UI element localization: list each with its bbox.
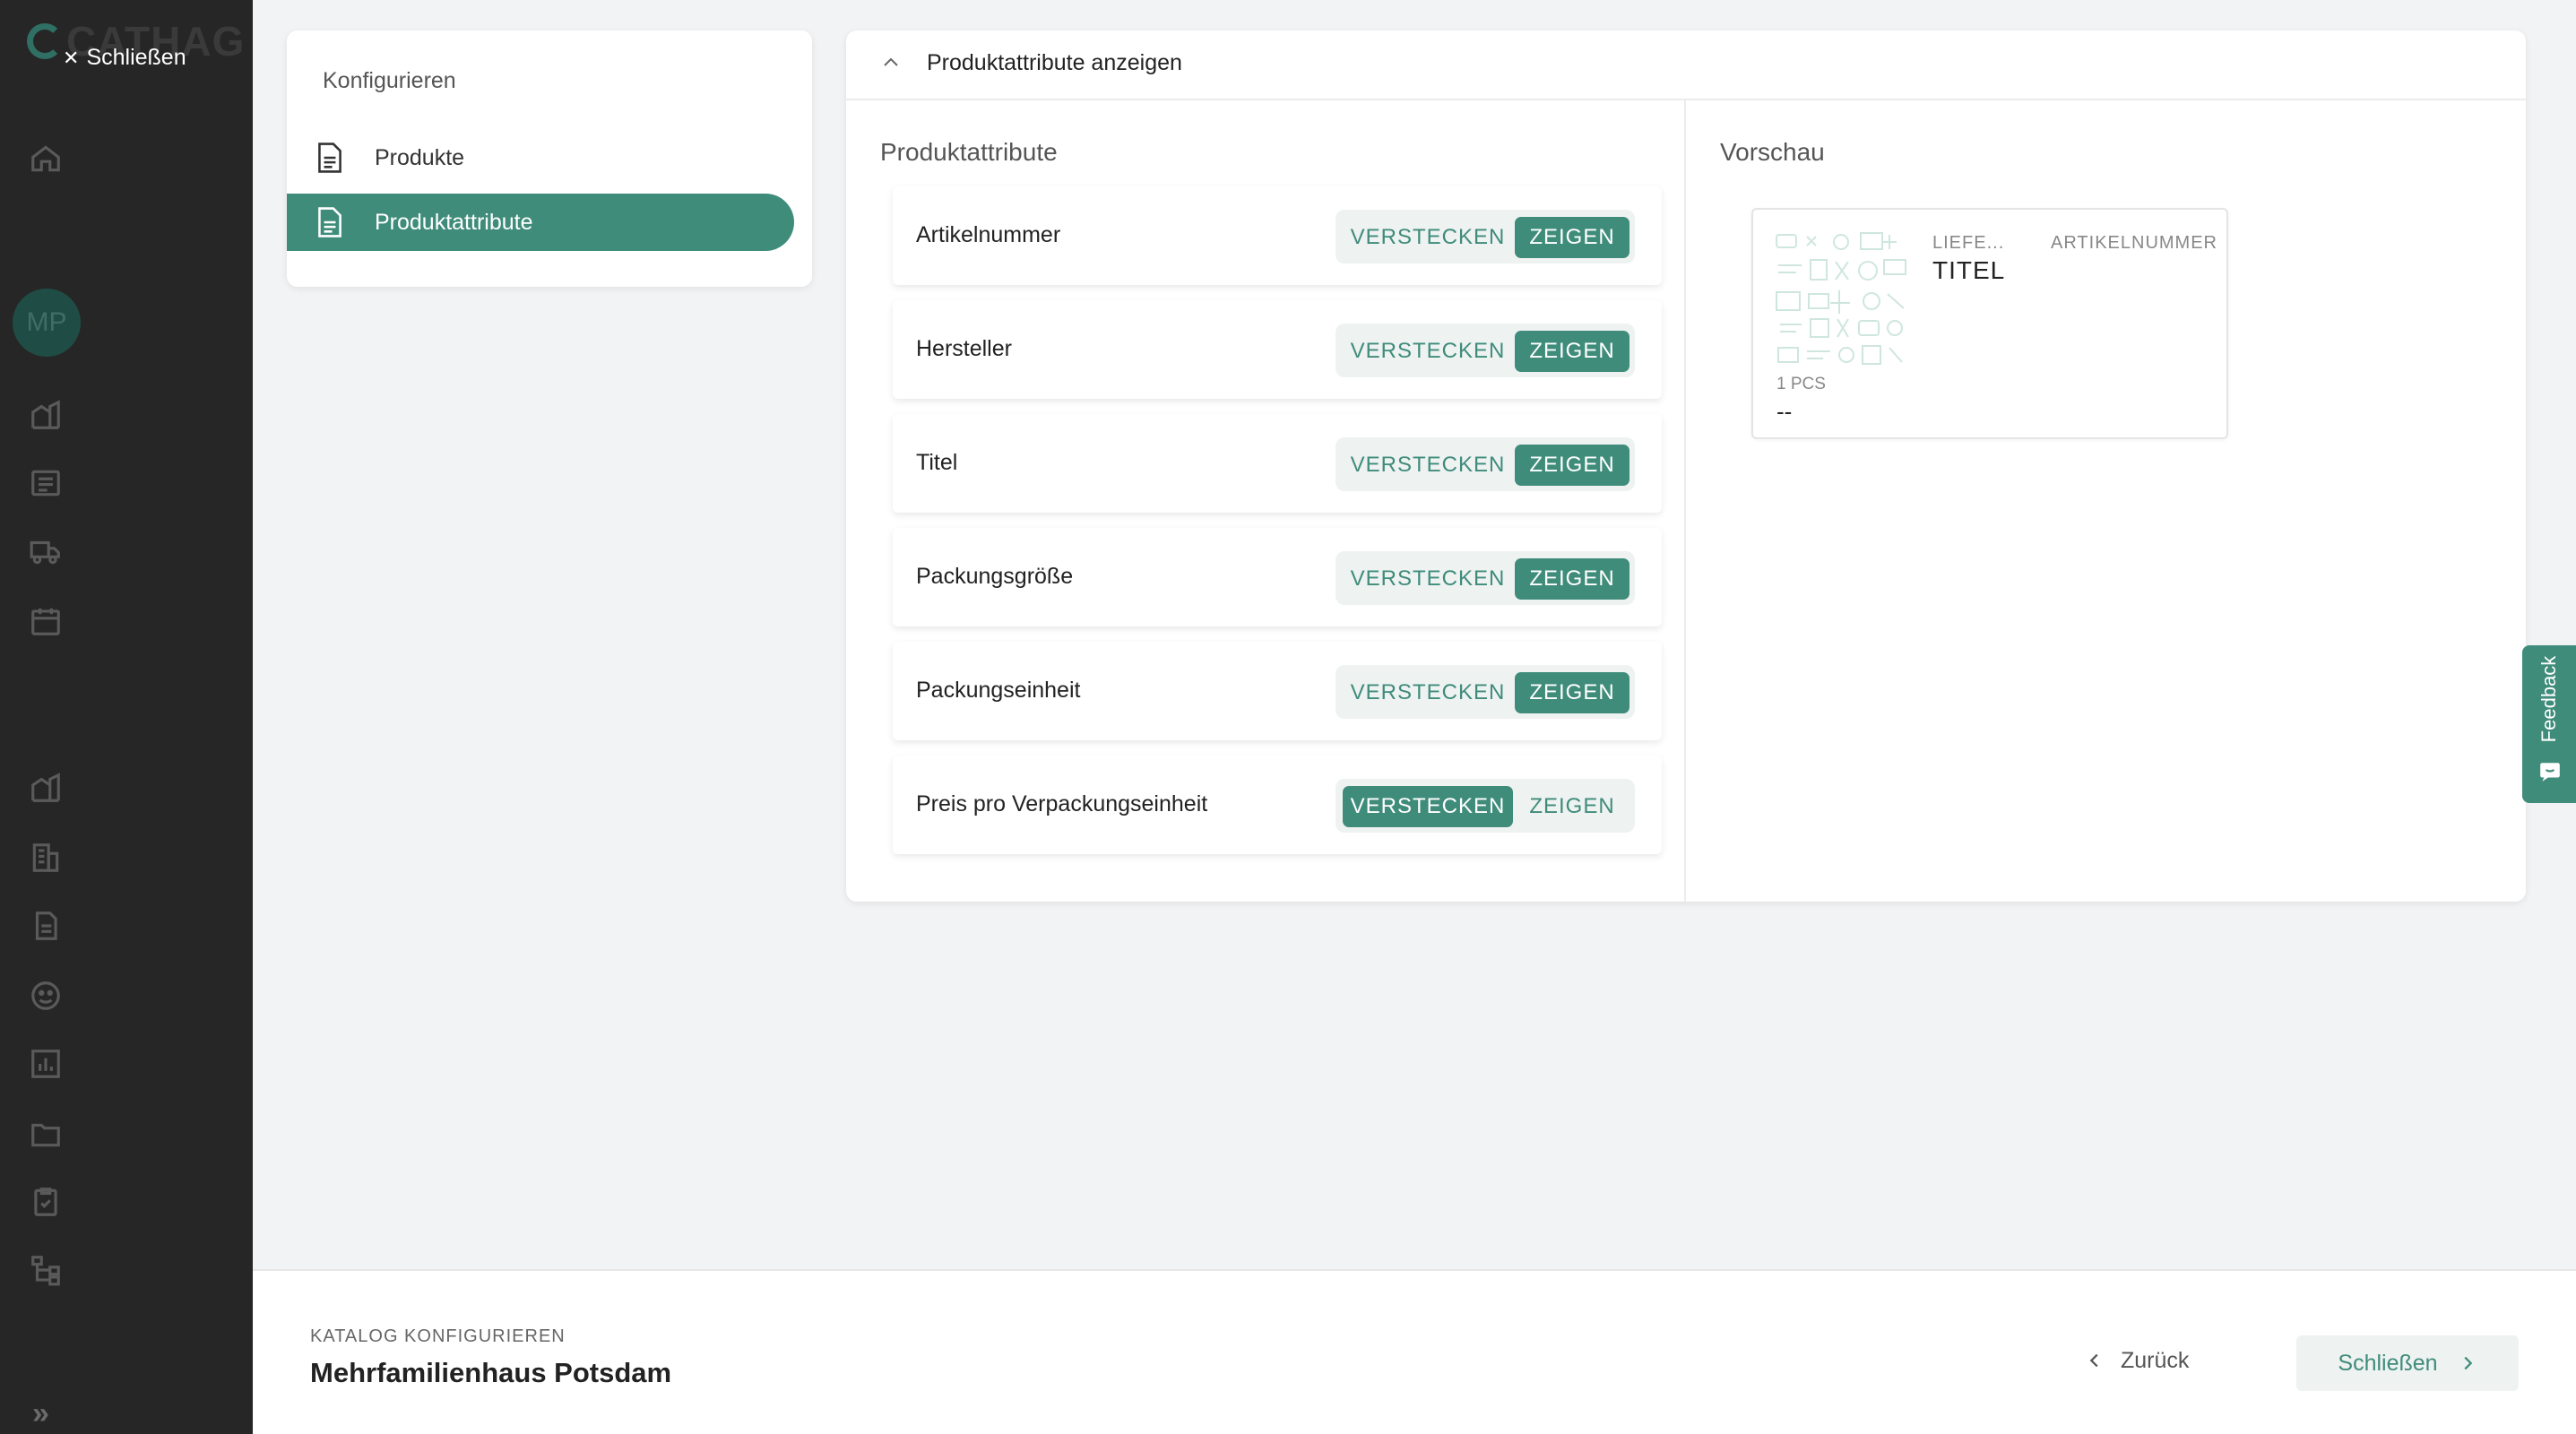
feedback-tab[interactable]: Feedback (2522, 645, 2576, 803)
preview-title: TITEL (1932, 256, 2006, 284)
show-option[interactable]: ZEIGEN (1515, 331, 1629, 372)
nav-item-label: Produktattribute (375, 209, 533, 235)
hide-option[interactable]: VERSTECKEN (1343, 672, 1513, 713)
bottom-subtitle: KATALOG KONFIGURIEREN (310, 1326, 566, 1346)
preview-supplier: LIEFE... (1932, 233, 2005, 253)
calendar-icon[interactable] (29, 604, 63, 638)
nav-item-label: Produkte (375, 144, 465, 170)
product-preview-card: LIEFE... ARTIKELNUMMER TITEL 1 PCS -- (1751, 208, 2228, 439)
hide-option[interactable]: VERSTECKEN (1343, 217, 1513, 258)
attributes-title: Produktattribute (880, 138, 1058, 166)
chat-icon (2540, 763, 2560, 782)
chevron-up-icon[interactable] (880, 52, 902, 73)
hide-option[interactable]: VERSTECKEN (1343, 331, 1513, 372)
config-card: Konfigurieren Produkte Produktattribute (287, 30, 812, 287)
attribute-row-hersteller: Hersteller VERSTECKEN ZEIGEN (893, 300, 1662, 399)
close-link[interactable]: ✕ Schließen (63, 45, 186, 71)
face-icon[interactable] (29, 979, 63, 1013)
visibility-toggle: VERSTECKEN ZEIGEN (1336, 551, 1635, 605)
building-2-icon[interactable] (29, 771, 63, 805)
chevron-right-icon (2464, 1356, 2472, 1370)
hide-option[interactable]: VERSTECKEN (1343, 558, 1513, 600)
attributes-panel: Produktattribute anzeigen Produktattribu… (846, 30, 2526, 902)
bottom-title: Mehrfamilienhaus Potsdam (310, 1357, 672, 1388)
home-icon[interactable] (29, 142, 63, 176)
attribute-label: Artikelnummer (916, 222, 1061, 247)
show-option[interactable]: ZEIGEN (1515, 217, 1629, 258)
office-icon[interactable] (29, 841, 63, 875)
config-title: Konfigurieren (323, 68, 456, 93)
preview-price: -- (1776, 398, 1793, 425)
chart-icon[interactable] (29, 1047, 63, 1081)
attribute-row-packungseinheit: Packungseinheit VERSTECKEN ZEIGEN (893, 642, 1662, 740)
close-button-label: Schließen (2338, 1350, 2438, 1376)
visibility-toggle: VERSTECKEN ZEIGEN (1336, 665, 1635, 719)
feedback-label: Feedback (2537, 655, 2560, 743)
building-icon[interactable] (29, 398, 63, 432)
back-button[interactable]: Zurück (2085, 1335, 2189, 1386)
nav-item-produkte[interactable]: Produkte (287, 129, 794, 186)
close-icon: ✕ (63, 46, 80, 69)
avatar[interactable]: MP (13, 289, 81, 357)
folder-icon[interactable] (29, 1117, 63, 1151)
close-label: Schließen (86, 45, 186, 70)
visibility-toggle: VERSTECKEN ZEIGEN (1336, 210, 1635, 263)
hide-option[interactable]: VERSTECKEN (1343, 786, 1513, 827)
attribute-label: Titel (916, 450, 958, 475)
document-icon[interactable] (29, 909, 63, 943)
show-option[interactable]: ZEIGEN (1515, 558, 1629, 600)
preview-pack-size: 1 PCS (1776, 375, 1826, 393)
attribute-label: Packungseinheit (916, 678, 1081, 703)
attribute-label: Packungsgröße (916, 564, 1074, 589)
visibility-toggle: VERSTECKEN ZEIGEN (1336, 324, 1635, 377)
show-option[interactable]: ZEIGEN (1515, 786, 1629, 827)
bottom-bar: KATALOG KONFIGURIEREN Mehrfamilienhaus P… (253, 1269, 2576, 1434)
close-button[interactable]: Schließen (2296, 1335, 2519, 1391)
expand-sidebar-icon[interactable]: » (32, 1396, 49, 1431)
column-divider (1684, 100, 1686, 902)
chevron-left-icon (2089, 1353, 2098, 1368)
attribute-row-titel: Titel VERSTECKEN ZEIGEN (893, 414, 1662, 513)
list-icon[interactable] (29, 466, 63, 500)
product-placeholder-image (1776, 232, 1906, 365)
show-option[interactable]: ZEIGEN (1515, 445, 1629, 486)
attribute-label: Preis pro Verpackungseinheit (916, 791, 1208, 816)
attribute-row-artikelnummer: Artikelnummer VERSTECKEN ZEIGEN (893, 186, 1662, 285)
logo-icon (27, 23, 63, 59)
hide-option[interactable]: VERSTECKEN (1343, 445, 1513, 486)
back-label: Zurück (2121, 1347, 2190, 1373)
show-option[interactable]: ZEIGEN (1515, 672, 1629, 713)
panel-header: Produktattribute anzeigen (846, 30, 2526, 100)
attribute-row-packungsgroesse: Packungsgröße VERSTECKEN ZEIGEN (893, 528, 1662, 626)
hierarchy-icon[interactable] (29, 1253, 63, 1287)
attribute-row-preis: Preis pro Verpackungseinheit VERSTECKEN … (893, 756, 1662, 854)
clipboard-icon[interactable] (29, 1185, 63, 1219)
nav-item-produktattribute[interactable]: Produktattribute (287, 194, 794, 251)
preview-title: Vorschau (1720, 138, 1825, 166)
preview-article-number: ARTIKELNUMMER (2051, 233, 2217, 253)
truck-icon[interactable] (29, 534, 63, 568)
panel-title: Produktattribute anzeigen (927, 50, 1182, 75)
attribute-label: Hersteller (916, 336, 1012, 361)
visibility-toggle: VERSTECKEN ZEIGEN (1336, 779, 1635, 833)
sidebar: CATHAG ✕ Schließen MP » (0, 0, 253, 1434)
visibility-toggle: VERSTECKEN ZEIGEN (1336, 437, 1635, 491)
document-icon (318, 207, 341, 238)
document-icon (318, 143, 341, 173)
